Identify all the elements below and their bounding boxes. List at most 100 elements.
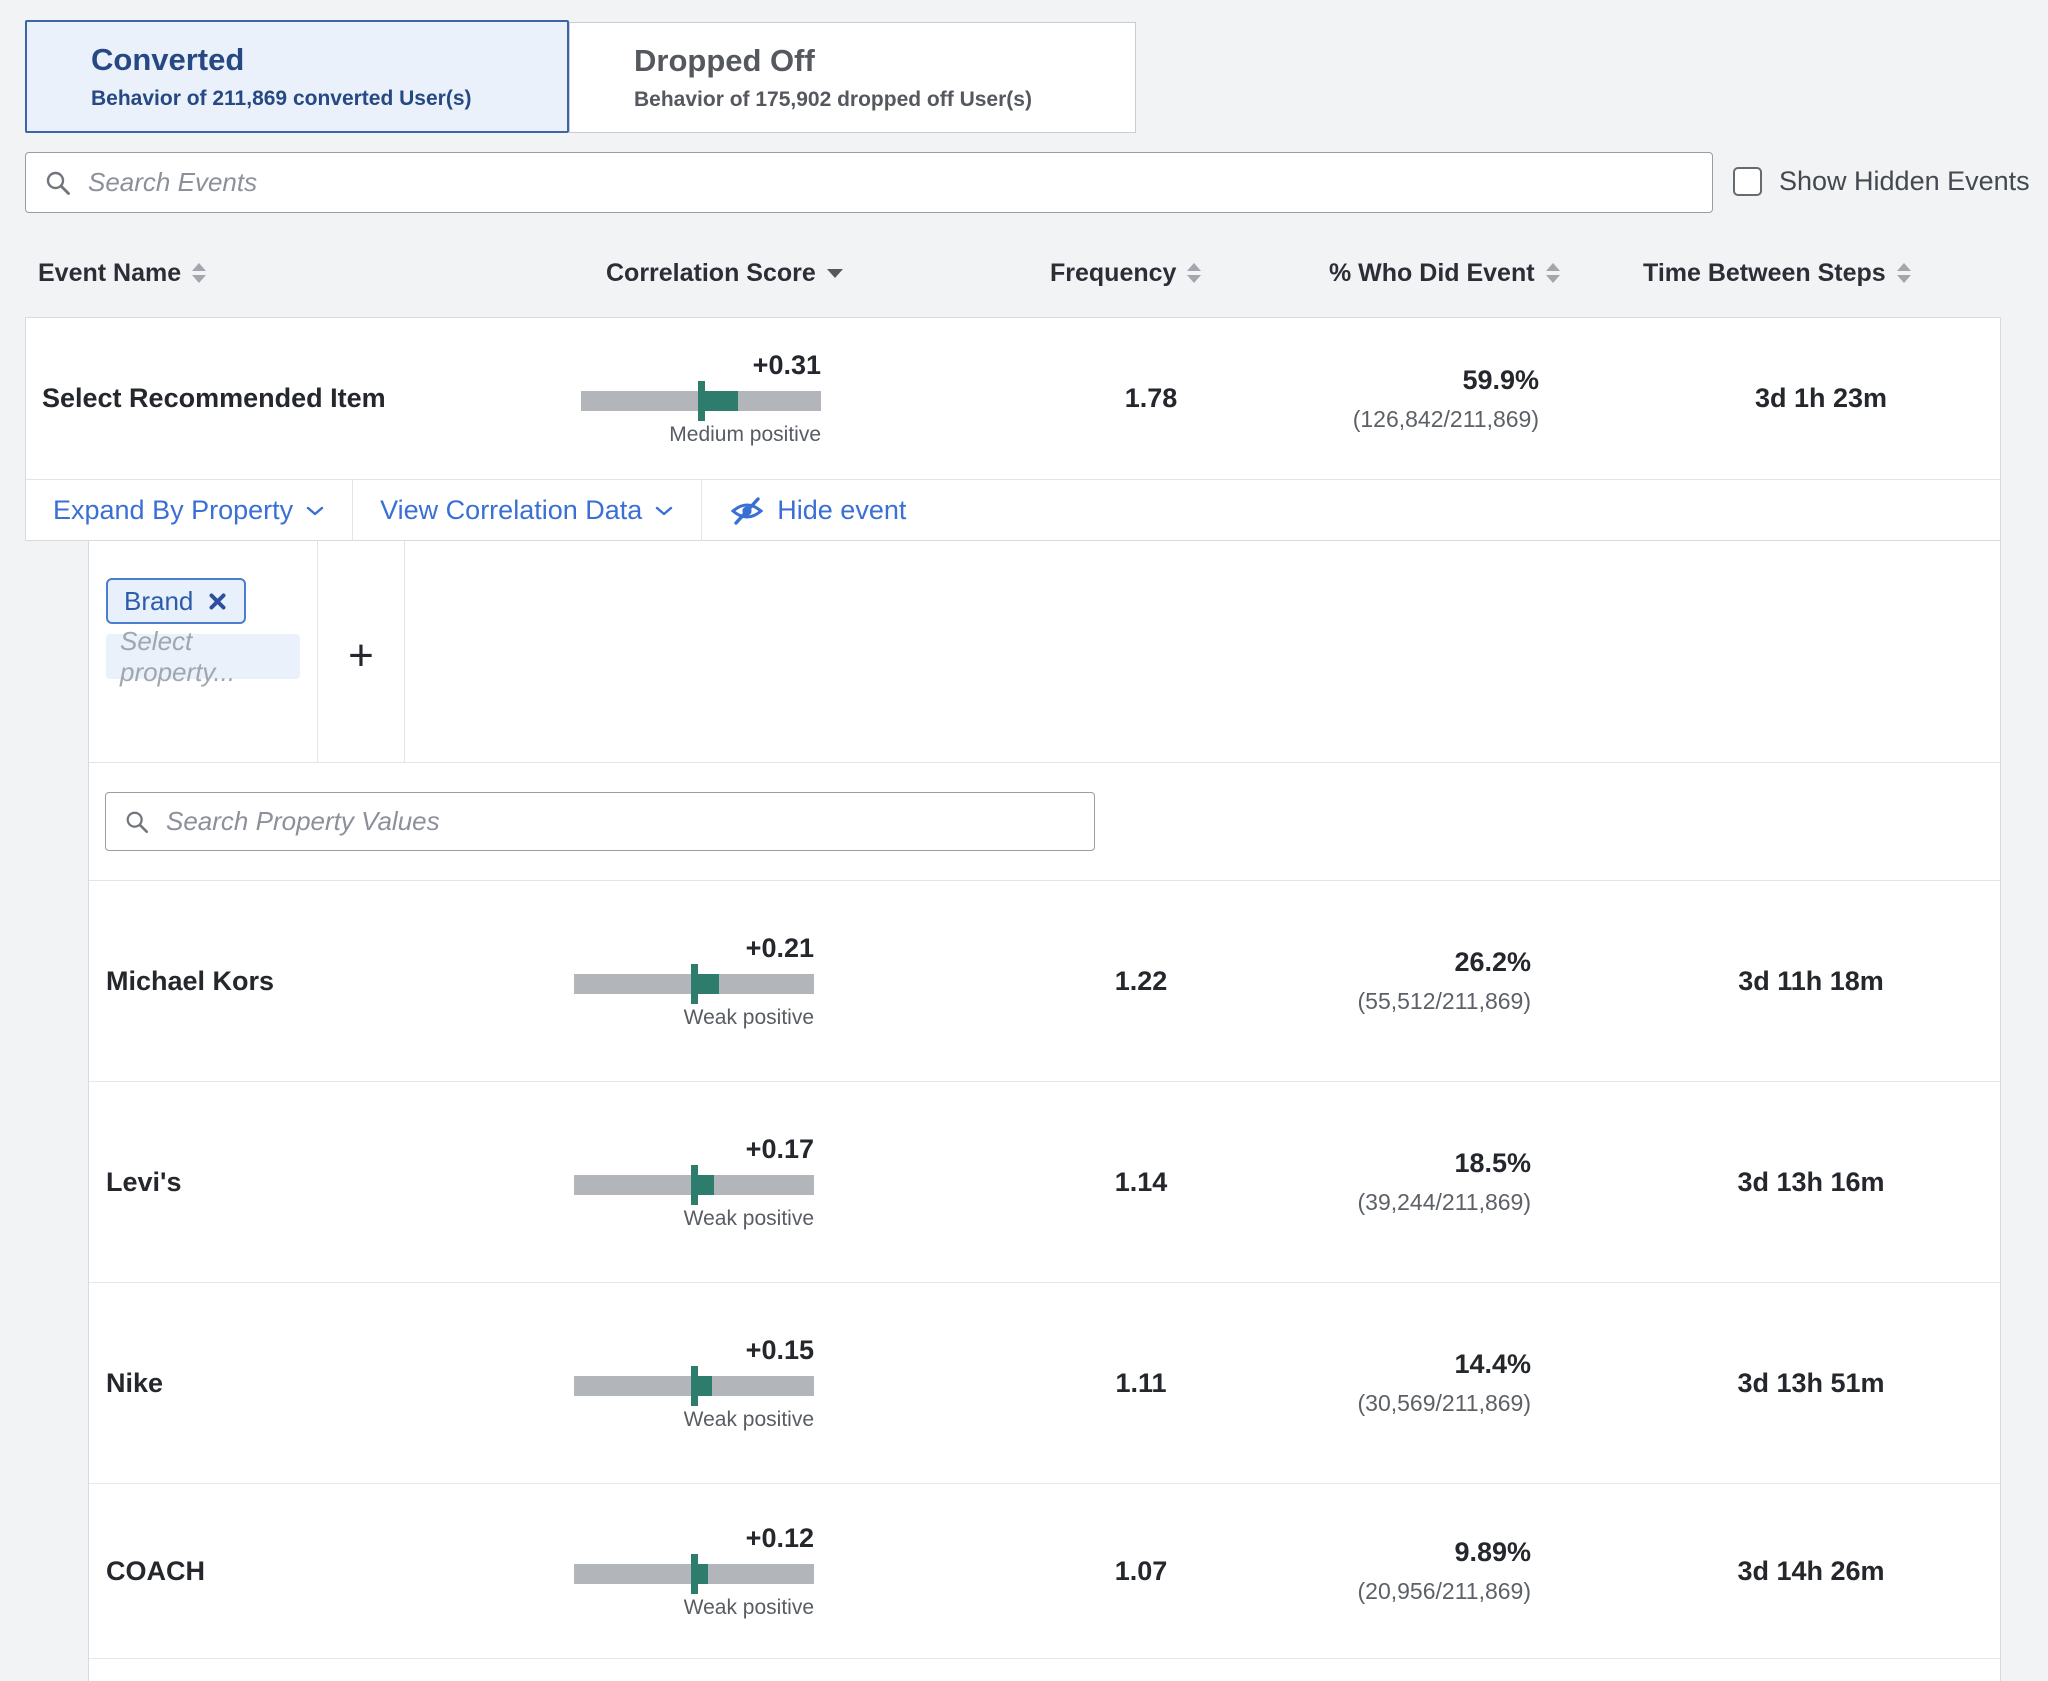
tab-dropped-off[interactable]: Dropped Off Behavior of 175,902 dropped …	[569, 22, 1136, 133]
column-header-frequency[interactable]: Frequency	[1050, 253, 1201, 293]
correlation-strength-label: Weak positive	[574, 1207, 814, 1231]
view-correlation-data-button[interactable]: View Correlation Data	[353, 480, 702, 541]
property-name-cell: Nike	[106, 1283, 163, 1483]
sort-icon	[1546, 263, 1560, 283]
select-property-input[interactable]: Select property...	[106, 634, 300, 679]
property-name-cell: Michael Kors	[106, 881, 274, 1081]
property-chip-cell: Brand Select property...	[89, 541, 318, 762]
correlation-value: +0.31	[581, 350, 821, 381]
property-value-row: Michael Kors +0.21 Weak positive 1.22 26…	[89, 881, 2000, 1082]
percent-value: 14.4%	[1231, 1349, 1531, 1380]
time-between-steps-cell: 3d 13h 51m	[1661, 1283, 1961, 1483]
percent-cell: 18.5% (39,244/211,869)	[1231, 1082, 1531, 1282]
column-header-event-name[interactable]: Event Name	[38, 253, 206, 293]
show-hidden-events-toggle[interactable]: Show Hidden Events	[1733, 166, 2030, 197]
correlation-cell: +0.21 Weak positive	[574, 881, 814, 1081]
percent-fraction: (55,512/211,869)	[1231, 988, 1531, 1015]
eye-slash-icon	[729, 495, 765, 527]
percent-value: 9.89%	[1231, 1537, 1531, 1568]
frequency-cell: 1.11	[1041, 1283, 1241, 1483]
correlation-strength-label: Weak positive	[574, 1596, 814, 1620]
remove-property-icon[interactable]	[207, 591, 228, 612]
frequency-value: 1.22	[1041, 966, 1241, 997]
search-events-box	[25, 152, 1713, 213]
column-header-time-between-steps[interactable]: Time Between Steps	[1643, 253, 1911, 293]
column-header-correlation-score[interactable]: Correlation Score	[606, 253, 843, 293]
hide-event-button[interactable]: Hide event	[702, 480, 933, 541]
correlation-bar	[574, 1564, 814, 1584]
frequency-value: 1.14	[1041, 1167, 1241, 1198]
show-hidden-events-label: Show Hidden Events	[1779, 166, 2030, 197]
tab-dropped-off-subtitle: Behavior of 175,902 dropped off User(s)	[634, 88, 1135, 112]
correlation-value: +0.15	[574, 1335, 814, 1366]
correlation-bar	[574, 1175, 814, 1195]
correlation-bar	[574, 974, 814, 994]
tab-dropped-off-title: Dropped Off	[634, 43, 1135, 79]
sort-icon	[1897, 263, 1911, 283]
property-name-cell: Levi's	[106, 1082, 181, 1282]
search-property-values-input[interactable]	[166, 806, 1076, 837]
search-icon	[44, 169, 72, 197]
column-header-percent-who-did-event[interactable]: % Who Did Event	[1329, 253, 1560, 293]
column-header-label: Time Between Steps	[1643, 259, 1886, 288]
correlation-zero-tick	[691, 1366, 698, 1406]
search-icon	[124, 809, 150, 835]
correlation-strength-label: Medium positive	[581, 423, 821, 447]
chevron-down-icon	[305, 505, 325, 517]
percent-cell: 9.89% (20,956/211,869)	[1231, 1484, 1531, 1658]
frequency-value: 1.78	[1051, 383, 1251, 414]
property-value-rows: Michael Kors +0.21 Weak positive 1.22 26…	[89, 881, 2000, 1659]
event-card: Select Recommended Item +0.31 Medium pos…	[25, 317, 2001, 541]
event-name: Select Recommended Item	[42, 383, 386, 414]
correlation-bar	[574, 1376, 814, 1396]
time-between-steps-value: 3d 13h 16m	[1661, 1167, 1961, 1198]
correlation-zero-tick	[691, 964, 698, 1004]
property-chip-label: Brand	[124, 586, 193, 617]
search-events-input[interactable]	[88, 167, 1694, 198]
column-header-label: Frequency	[1050, 259, 1176, 288]
correlation-zero-tick	[691, 1554, 698, 1594]
event-actions-bar: Expand By Property View Correlation Data…	[26, 479, 2000, 541]
hide-event-label: Hide event	[777, 495, 906, 526]
time-between-steps-value: 3d 1h 23m	[1671, 383, 1971, 414]
property-value-row: Levi's +0.17 Weak positive 1.14 18.5% (3…	[89, 1082, 2000, 1283]
sort-icon	[1187, 263, 1201, 283]
property-name-cell: COACH	[106, 1484, 205, 1658]
expand-by-property-label: Expand By Property	[53, 495, 293, 526]
correlation-cell: +0.12 Weak positive	[574, 1484, 814, 1658]
tab-converted-title: Converted	[91, 42, 567, 78]
search-property-values-box	[105, 792, 1095, 851]
event-row: Select Recommended Item +0.31 Medium pos…	[26, 318, 2000, 479]
add-property-button[interactable]: +	[348, 634, 374, 678]
correlation-cell: +0.17 Weak positive	[574, 1082, 814, 1282]
frequency-cell: 1.22	[1041, 881, 1241, 1081]
next-row-partial	[89, 1659, 2000, 1680]
property-value-search-area	[89, 763, 2000, 881]
correlation-value: +0.21	[574, 933, 814, 964]
show-hidden-events-checkbox[interactable]	[1733, 167, 1762, 196]
view-correlation-data-label: View Correlation Data	[380, 495, 642, 526]
correlation-zero-tick	[691, 1165, 698, 1205]
tab-converted-subtitle: Behavior of 211,869 converted User(s)	[91, 87, 567, 111]
tab-converted[interactable]: Converted Behavior of 211,869 converted …	[25, 20, 569, 133]
time-between-steps-value: 3d 14h 26m	[1661, 1556, 1961, 1587]
property-value-row: Nike +0.15 Weak positive 1.11 14.4% (30,…	[89, 1283, 2000, 1484]
sort-desc-icon	[827, 269, 843, 278]
time-between-steps-cell: 3d 14h 26m	[1661, 1484, 1961, 1658]
property-chip-area: Brand Select property... +	[89, 541, 2000, 763]
property-chip-brand[interactable]: Brand	[106, 578, 246, 624]
correlation-value: +0.12	[574, 1523, 814, 1554]
time-between-steps-cell: 3d 1h 23m	[1671, 318, 1971, 479]
percent-cell: 59.9% (126,842/211,869)	[1239, 318, 1539, 479]
frequency-cell: 1.78	[1051, 318, 1251, 479]
percent-fraction: (30,569/211,869)	[1231, 1390, 1531, 1417]
percent-fraction: (20,956/211,869)	[1231, 1578, 1531, 1605]
column-header-label: Correlation Score	[606, 259, 816, 288]
time-between-steps-value: 3d 13h 51m	[1661, 1368, 1961, 1399]
frequency-value: 1.07	[1041, 1556, 1241, 1587]
time-between-steps-cell: 3d 13h 16m	[1661, 1082, 1961, 1282]
correlation-zero-tick	[698, 381, 705, 421]
time-between-steps-value: 3d 11h 18m	[1661, 966, 1961, 997]
property-name: COACH	[106, 1556, 205, 1587]
expand-by-property-button[interactable]: Expand By Property	[26, 480, 353, 541]
